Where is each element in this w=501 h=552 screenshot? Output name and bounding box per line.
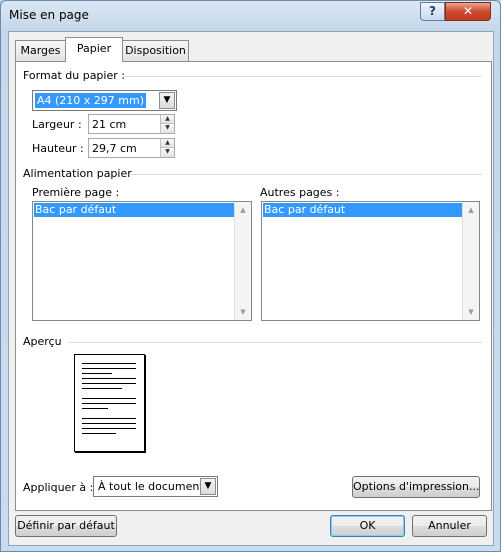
close-button[interactable]: ✕ [445, 2, 491, 21]
group-divider [68, 342, 482, 343]
tab-panel-papier: Format du papier : A4 (210 x 297 mm) ▼ L… [15, 61, 492, 511]
triangle-down-icon[interactable]: ▼ [160, 124, 174, 133]
preview-line [82, 388, 122, 389]
preview-line [82, 408, 108, 409]
preview-line [82, 373, 112, 374]
apply-to-label: Appliquer à : [23, 481, 94, 494]
tab-label: Marges [20, 44, 61, 57]
cancel-button[interactable]: Annuler [412, 515, 487, 537]
scrollbar[interactable]: ▲ ▼ [462, 202, 479, 320]
width-label: Largeur : [32, 118, 82, 131]
paper-size-group-label: Format du papier : [23, 69, 125, 82]
preview-line [82, 383, 136, 384]
triangle-up-icon[interactable]: ▲ [160, 115, 174, 124]
preview-line [82, 398, 136, 399]
preview-line [82, 403, 136, 404]
paper-source-group-label: Alimentation papier [23, 167, 132, 180]
paper-size-value: A4 (210 x 297 mm) [35, 93, 147, 108]
apply-to-value: À tout le document [98, 480, 204, 493]
preview-line [82, 428, 136, 429]
triangle-down-icon[interactable]: ▼ [463, 305, 479, 319]
title-bar[interactable]: Mise en page ? ✕ [1, 1, 500, 31]
ok-button[interactable]: OK [330, 515, 405, 537]
print-options-button[interactable]: Options d'impression... [352, 476, 480, 498]
preview-line [82, 418, 136, 419]
tab-disposition[interactable]: Disposition [122, 40, 189, 61]
preview-line [82, 363, 136, 364]
width-value: 21 cm [92, 118, 127, 131]
triangle-down-icon[interactable]: ▼ [235, 305, 251, 319]
preview-line [82, 423, 136, 424]
paper-size-combo[interactable]: A4 (210 x 297 mm) ▼ [32, 90, 177, 111]
set-default-button[interactable]: Définir par défaut [15, 515, 117, 537]
triangle-up-icon[interactable]: ▲ [235, 203, 251, 217]
page-setup-dialog: Mise en page ? ✕ Marges Papier Dispositi… [0, 0, 501, 552]
preview-line [82, 433, 116, 434]
tab-label: Disposition [125, 44, 186, 57]
scrollbar[interactable]: ▲ ▼ [234, 202, 251, 320]
preview-line [82, 378, 136, 379]
first-page-label: Première page : [32, 186, 120, 199]
tab-marges[interactable]: Marges [15, 40, 66, 61]
other-pages-listbox[interactable]: Bac par défaut ▲ ▼ [261, 201, 480, 321]
apply-to-combo[interactable]: À tout le document ▼ [93, 476, 218, 497]
height-value: 29,7 cm [92, 142, 137, 155]
chevron-down-icon[interactable]: ▼ [159, 92, 175, 109]
tab-papier[interactable]: Papier [65, 37, 123, 62]
triangle-down-icon[interactable]: ▼ [160, 148, 174, 157]
page-preview [74, 354, 145, 452]
chevron-down-icon[interactable]: ▼ [200, 478, 216, 495]
width-spinner[interactable]: 21 cm ▲ ▼ [88, 114, 175, 134]
list-item[interactable]: Bac par défaut [263, 203, 462, 217]
dialog-body: Marges Papier Disposition Format du papi… [8, 31, 494, 546]
triangle-up-icon[interactable]: ▲ [463, 203, 479, 217]
triangle-up-icon[interactable]: ▲ [160, 139, 174, 148]
preview-group-label: Aperçu [23, 335, 62, 348]
group-divider [122, 76, 482, 77]
other-pages-label: Autres pages : [260, 186, 340, 199]
group-divider [130, 174, 482, 175]
first-page-listbox[interactable]: Bac par défaut ▲ ▼ [32, 201, 252, 321]
preview-line [82, 368, 136, 369]
help-button[interactable]: ? [420, 2, 445, 21]
window-title: Mise en page [9, 8, 89, 22]
tab-label: Papier [76, 42, 112, 55]
height-label: Hauteur : [32, 142, 84, 155]
list-item[interactable]: Bac par défaut [34, 203, 234, 217]
height-spinner[interactable]: 29,7 cm ▲ ▼ [88, 138, 175, 158]
